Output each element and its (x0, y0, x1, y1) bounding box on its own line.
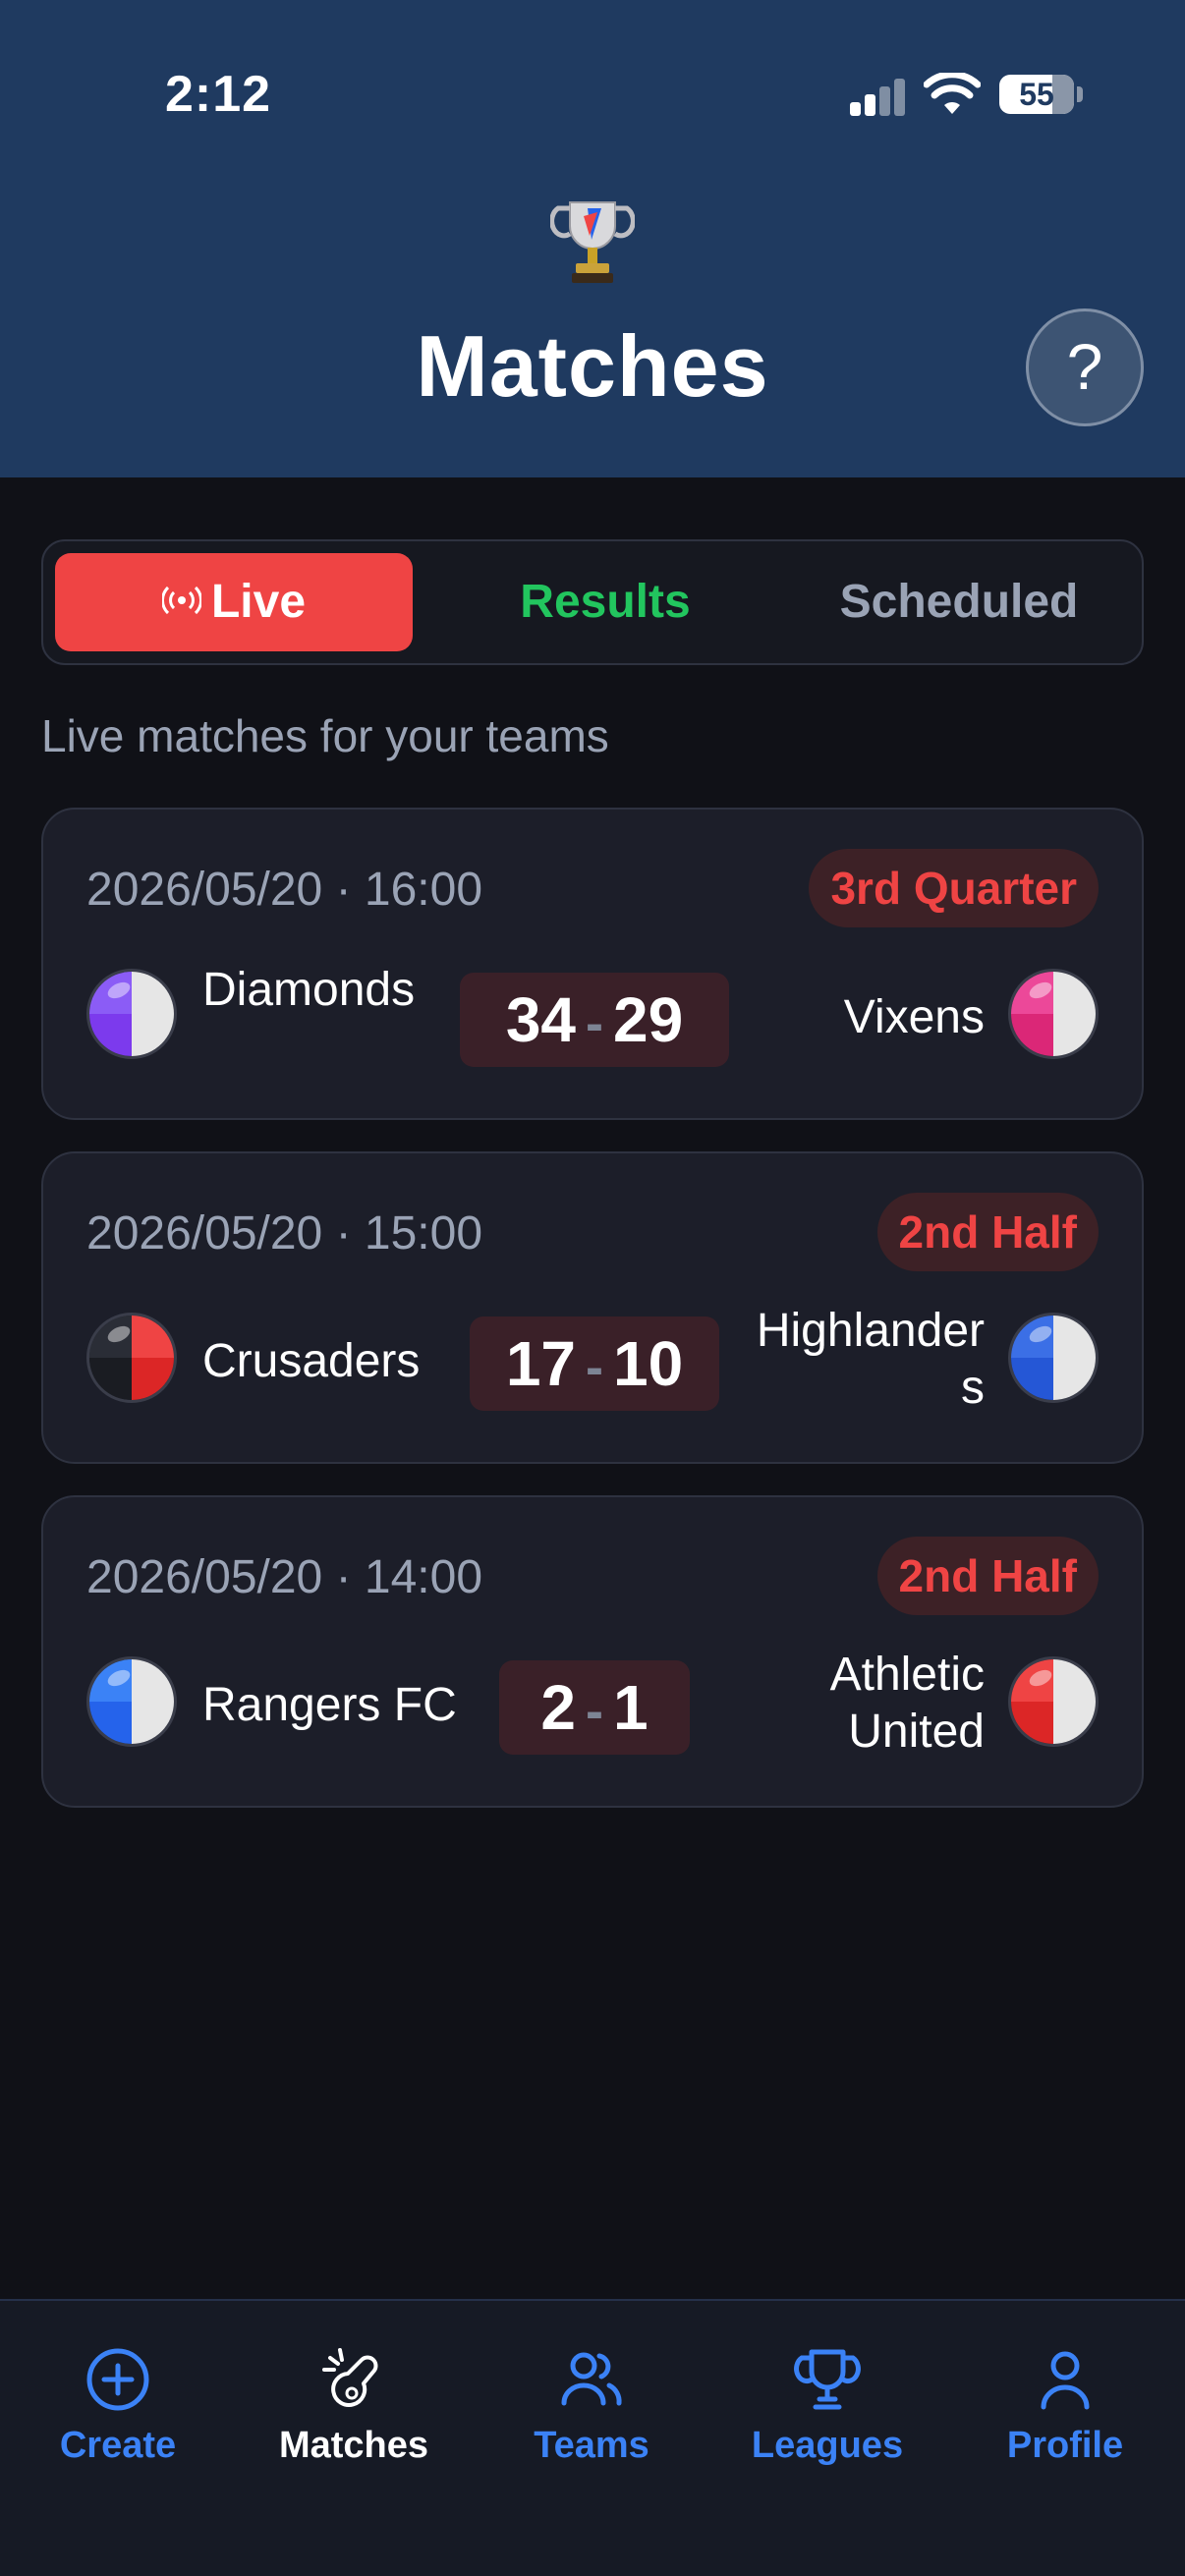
tab-live[interactable]: Live (55, 553, 413, 651)
tab-results[interactable]: Results (426, 553, 784, 651)
nav-teams[interactable]: Teams (474, 2344, 709, 2467)
nav-leagues-label: Leagues (751, 2425, 904, 2466)
user-icon (1041, 2351, 1090, 2410)
away-team-name: Highlanders (756, 1305, 985, 1414)
tab-scheduled[interactable]: Scheduled (780, 553, 1138, 651)
battery-icon: 55 (999, 75, 1074, 114)
score-separator: - (586, 1338, 603, 1397)
home-team-name: Rangers FC (202, 1679, 457, 1731)
away-team-name: Athletic United (829, 1649, 985, 1758)
battery-cap (1077, 86, 1083, 102)
home-score: 17 (505, 1328, 576, 1399)
score-separator: - (586, 1682, 603, 1741)
period-badge: 3rd Quarter (809, 849, 1099, 927)
nav-create[interactable]: Create (0, 2344, 236, 2467)
screen: 2:12 55 Matches ? Live Results Scheduled… (0, 0, 1185, 2576)
help-button[interactable]: ? (1026, 308, 1144, 426)
home-team-name: Crusaders (202, 1335, 421, 1387)
score-box: 34-29 (460, 973, 729, 1067)
nav-matches[interactable]: Matches (236, 2344, 472, 2467)
plus-circle-icon (86, 2348, 149, 2411)
home-score: 2 (540, 1672, 576, 1743)
section-subtitle: Live matches for your teams (41, 710, 609, 761)
nav-profile[interactable]: Profile (947, 2344, 1183, 2467)
nav-leagues[interactable]: Leagues (709, 2344, 945, 2467)
nav-teams-label: Teams (534, 2425, 649, 2466)
period-badge: 2nd Half (876, 1193, 1099, 1271)
away-team-name: Vixens (843, 991, 985, 1043)
battery-level: 55 (1019, 77, 1054, 112)
tab-live-label: Live (210, 576, 307, 628)
score-separator: - (586, 994, 603, 1053)
status-time: 2:12 (165, 66, 272, 123)
team-logo-icon (1008, 969, 1099, 1059)
match-datetime: 2026/05/20 · 15:00 (86, 1207, 483, 1260)
broadcast-icon (161, 587, 201, 615)
away-score: 29 (612, 984, 684, 1055)
match-datetime: 2026/05/20 · 14:00 (86, 1551, 483, 1603)
home-team-name: Diamonds (202, 964, 416, 1016)
team-logo-icon (86, 1313, 177, 1403)
wifi-icon (924, 73, 981, 114)
trophy-outline-icon (794, 2349, 861, 2410)
team-logo-icon (1008, 1313, 1099, 1403)
score-box: 17-10 (470, 1316, 719, 1411)
match-filter-tabs: Live Results Scheduled (41, 539, 1144, 665)
away-score: 1 (612, 1672, 649, 1743)
team-logo-icon (1008, 1656, 1099, 1747)
away-score: 10 (612, 1328, 684, 1399)
score-box: 2-1 (499, 1660, 690, 1755)
nav-create-label: Create (59, 2425, 177, 2466)
home-score: 34 (505, 984, 576, 1055)
header: 2:12 55 Matches ? (0, 0, 1185, 477)
team-logo-icon (86, 1656, 177, 1747)
cellular-signal-icon (850, 79, 905, 116)
page-title: Matches (416, 317, 769, 415)
bottom-tab-bar: Create Matches Teams Leagues Profile (0, 2299, 1185, 2576)
team-logo-icon (86, 969, 177, 1059)
match-card[interactable]: 2026/05/20 · 15:00 2nd Half Crusaders 17… (41, 1151, 1144, 1464)
whistle-icon (322, 2348, 378, 2407)
match-card[interactable]: 2026/05/20 · 14:00 2nd Half Rangers FC 2… (41, 1495, 1144, 1808)
match-datetime: 2026/05/20 · 16:00 (86, 864, 483, 916)
match-card[interactable]: 2026/05/20 · 16:00 3rd Quarter Diamonds … (41, 808, 1144, 1120)
nav-profile-label: Profile (1006, 2425, 1124, 2466)
trophy-icon (550, 201, 635, 283)
nav-matches-label: Matches (278, 2425, 429, 2466)
period-badge: 2nd Half (876, 1537, 1099, 1615)
users-icon (561, 2352, 622, 2406)
